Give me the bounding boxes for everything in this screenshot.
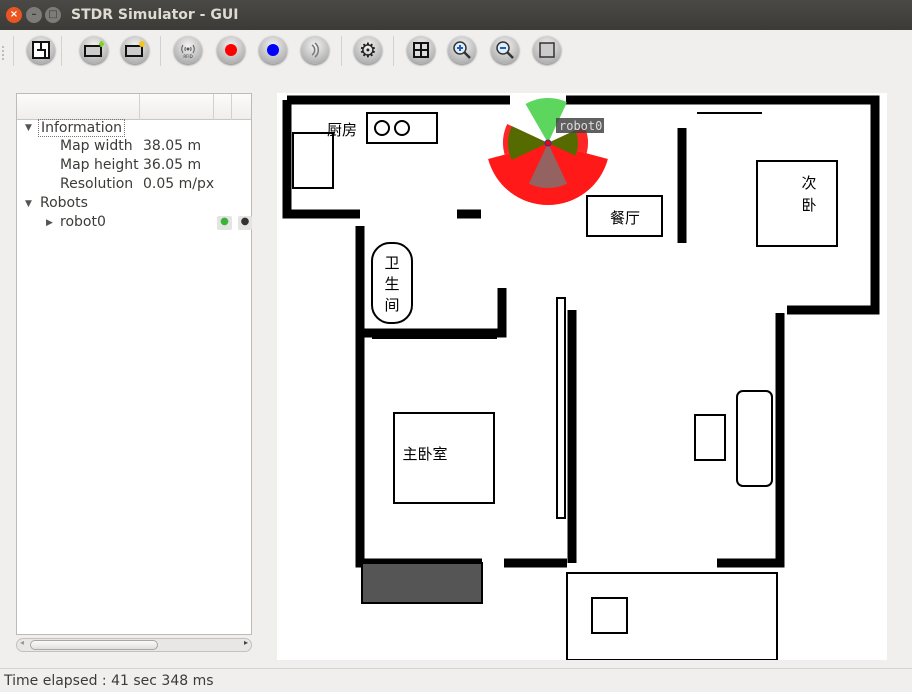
sound-icon — [311, 42, 320, 58]
adjust-view-button[interactable] — [533, 36, 561, 64]
add-rfid-button[interactable]: RFID — [174, 36, 202, 64]
info-value: 36.05 m — [143, 157, 202, 173]
maximize-button[interactable]: □ — [45, 7, 61, 23]
time-elapsed: Time elapsed : 41 sec 348 ms — [4, 673, 214, 689]
add-thermal-source-button[interactable] — [259, 36, 287, 64]
column-header[interactable] — [140, 94, 214, 120]
scroll-right-icon[interactable]: ▸ — [244, 638, 248, 647]
collapse-arrow-icon[interactable]: ▶ — [46, 218, 53, 228]
separator — [160, 36, 161, 66]
minimize-button[interactable]: – — [26, 7, 42, 23]
robot-label: robot0 — [559, 119, 602, 133]
toolbar: RFID ⚙ — [0, 30, 912, 74]
column-header[interactable] — [214, 94, 232, 120]
scrollbar-thumb[interactable] — [30, 640, 158, 650]
zoom-in-icon — [453, 41, 471, 59]
room-label-bath-3: 间 — [384, 296, 399, 314]
tree-item-information[interactable]: Information — [38, 119, 126, 137]
room-label-second: 次 — [801, 174, 816, 192]
square-icon — [539, 42, 555, 58]
gear-icon: ⚙ — [359, 38, 377, 62]
tree-header — [17, 94, 251, 120]
scroll-left-icon[interactable]: ◂ — [20, 638, 24, 647]
window-title: STDR Simulator - GUI — [71, 7, 239, 23]
robot-sensors — [488, 98, 608, 205]
room-label-bedroom: 卧 — [801, 196, 816, 214]
red-dot-icon — [225, 44, 237, 56]
toolbar-grip[interactable] — [2, 46, 6, 60]
room-label-dining: 餐厅 — [610, 209, 640, 227]
robot-add-icon — [84, 41, 104, 57]
room-label-bath-1: 卫 — [384, 254, 399, 272]
properties-button[interactable]: ⚙ — [354, 36, 382, 64]
robot0-marker[interactable] — [544, 139, 552, 147]
robot-load-icon — [125, 41, 145, 57]
title-bar: × – □ STDR Simulator - GUI — [0, 0, 912, 30]
info-key: Map width — [60, 138, 133, 154]
zoom-out-icon — [496, 41, 514, 59]
add-sound-source-button[interactable] — [301, 36, 329, 64]
load-robot-button[interactable] — [121, 36, 149, 64]
eye-icon[interactable]: ● — [217, 216, 232, 230]
separator — [13, 36, 14, 66]
grid-icon — [413, 42, 429, 58]
info-tree: ▼ Information Map width 38.05 m Map heig… — [16, 93, 252, 635]
expand-arrow-icon[interactable]: ▼ — [25, 199, 32, 209]
info-value: 38.05 m — [143, 138, 202, 154]
expand-arrow-icon[interactable]: ▼ — [25, 123, 32, 133]
tree-item-robots[interactable]: Robots — [40, 195, 88, 211]
tree-item-robot0[interactable]: robot0 — [60, 214, 106, 230]
room-label-kitchen: 厨房 — [327, 121, 357, 139]
separator — [393, 36, 394, 66]
floorplan-map[interactable]: 厨房 餐厅 次 卧 卫 生 间 主卧室 robot0 — [277, 93, 887, 661]
info-key: Resolution — [60, 176, 134, 192]
room-label-bath-2: 生 — [384, 275, 399, 293]
separator — [61, 36, 62, 66]
separator — [341, 36, 342, 66]
horizontal-scrollbar[interactable]: ◂ ▸ — [16, 638, 252, 652]
map-view[interactable]: 厨房 餐厅 次 卧 卫 生 间 主卧室 robot0 — [277, 93, 887, 661]
blue-dot-icon — [267, 44, 279, 56]
add-co2-source-button[interactable] — [217, 36, 245, 64]
zoom-out-button[interactable] — [491, 36, 519, 64]
info-value: 0.05 m/px — [143, 176, 215, 192]
close-button[interactable]: × — [6, 7, 22, 23]
map-icon — [32, 41, 50, 59]
add-robot-button[interactable] — [80, 36, 108, 64]
zoom-in-button[interactable] — [448, 36, 476, 64]
info-key: Map height — [60, 157, 139, 173]
column-header[interactable] — [17, 94, 140, 120]
room-label-master: 主卧室 — [402, 445, 447, 463]
eye-icon[interactable]: ● — [238, 216, 252, 230]
rfid-icon: RFID — [181, 44, 195, 59]
load-map-button[interactable] — [27, 36, 55, 64]
grid-button[interactable] — [407, 36, 435, 64]
svg-text:RFID: RFID — [183, 54, 192, 59]
status-bar: Time elapsed : 41 sec 348 ms — [0, 668, 912, 692]
